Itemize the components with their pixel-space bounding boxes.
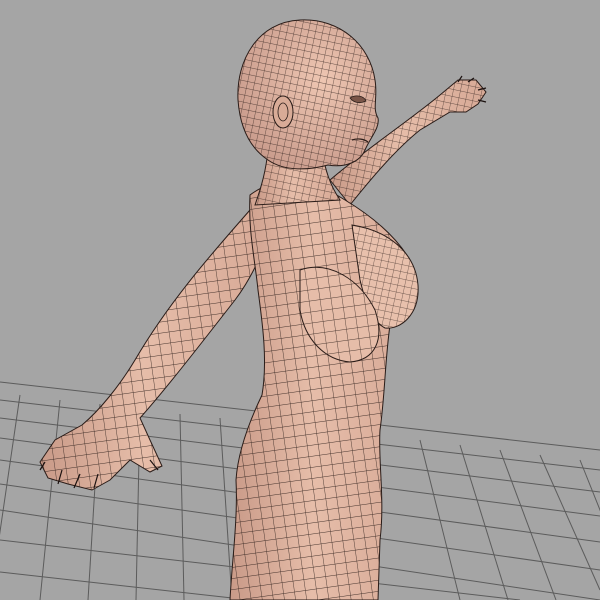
viewport-canvas[interactable]: [0, 0, 600, 600]
mesh-ear: [272, 95, 294, 129]
female-base-mesh[interactable]: [39, 19, 487, 600]
3d-viewport[interactable]: [0, 0, 600, 600]
